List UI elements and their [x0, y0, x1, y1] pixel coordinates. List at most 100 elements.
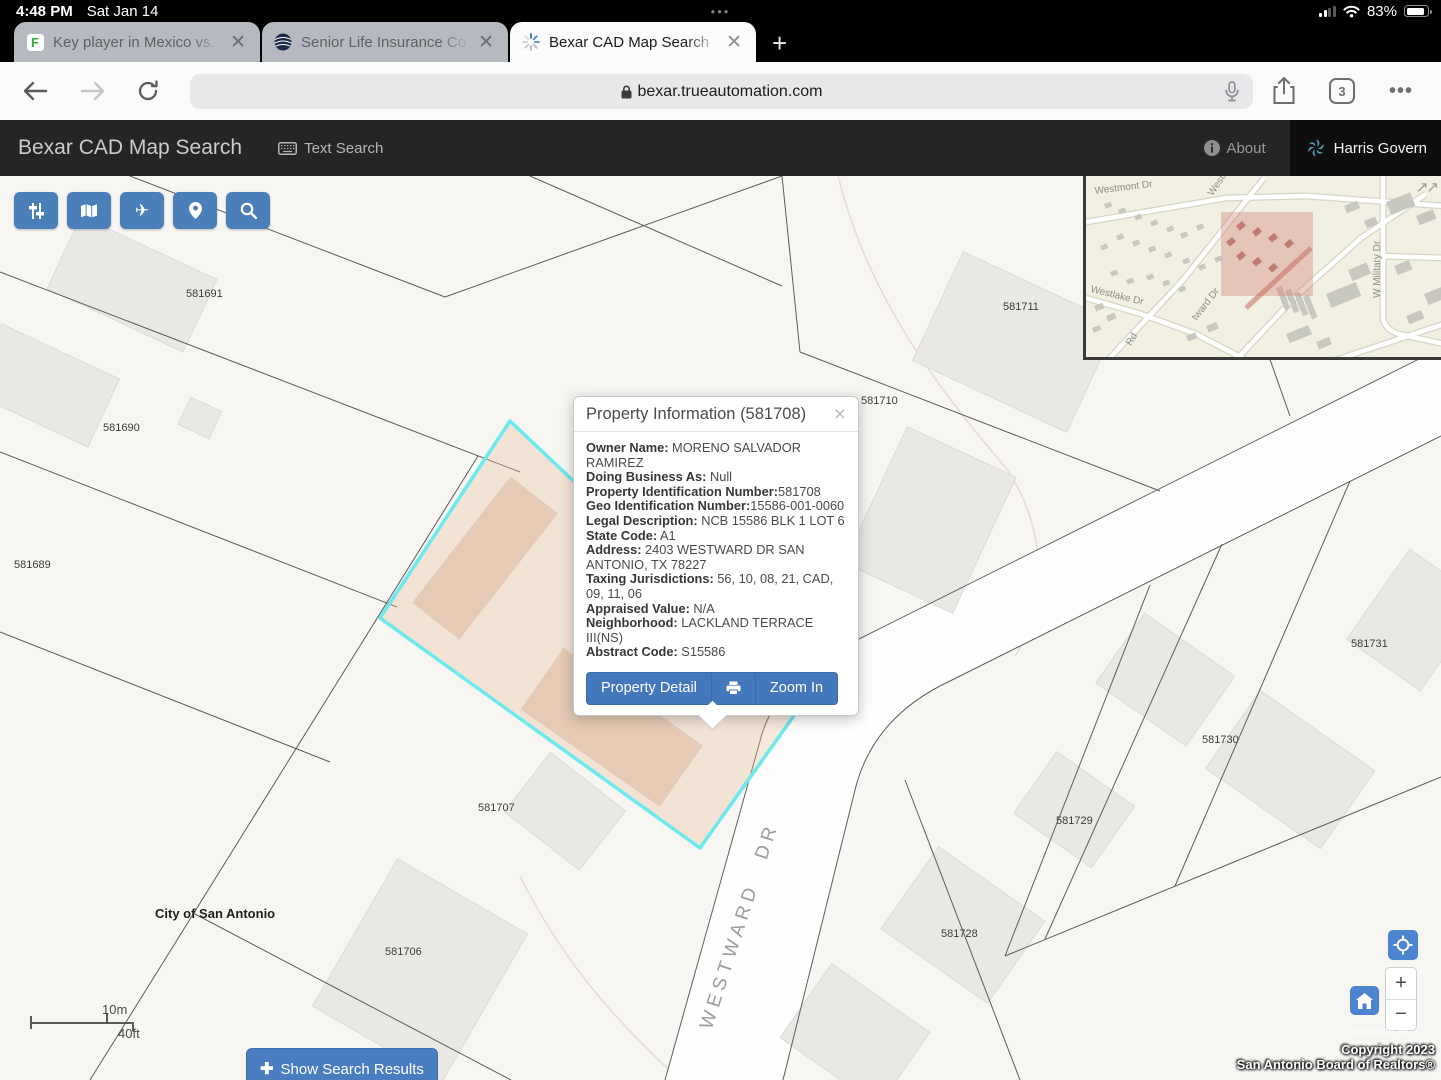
scale-bar: 10m 40ft — [30, 1006, 140, 1038]
printer-icon — [726, 681, 741, 695]
map-copyright: Copyright 2023 San Antonio Board of Real… — [1237, 1042, 1435, 1072]
minimap-svg — [1086, 176, 1441, 360]
parcel-id-label: 581729 — [1056, 815, 1093, 827]
parcel-id-label: 581728 — [941, 928, 978, 940]
layers-filter-button[interactable] — [14, 192, 58, 229]
minimap-extent-box — [1221, 212, 1313, 296]
print-button[interactable] — [711, 672, 756, 705]
lock-icon — [621, 85, 632, 99]
browser-tab-2[interactable]: Senior Life Insurance Co✕ — [262, 22, 508, 62]
mic-icon[interactable] — [1225, 81, 1239, 102]
home-extent-button[interactable] — [1350, 986, 1379, 1015]
parcel-id-label: 581711 — [1003, 301, 1039, 313]
popup-close-icon[interactable]: × — [834, 406, 846, 424]
copyright-line1: Copyright 2023 — [1237, 1042, 1435, 1057]
status-bar: 4:48 PM Sat Jan 14 ••• 83% — [0, 0, 1441, 22]
site-header: Bexar CAD Map Search Text Search About — [0, 120, 1441, 176]
tab-close-icon[interactable]: ✕ — [476, 33, 496, 52]
popup-field: Owner Name: MORENO SALVADOR RAMIREZ — [586, 441, 846, 470]
basemap-button[interactable] — [67, 192, 111, 229]
parcel-id-label: 581689 — [14, 559, 51, 571]
about-link[interactable]: About — [1180, 120, 1289, 176]
locate-me-button[interactable] — [1388, 930, 1418, 960]
property-detail-button[interactable]: Property Detail — [586, 672, 712, 705]
map-canvas[interactable]: 581691 581690 581689 581707 581706 581711 5817… — [0, 176, 1441, 1080]
multitask-dots-icon: ••• — [711, 4, 731, 19]
location-marker-button[interactable] — [173, 192, 217, 229]
tab-close-icon[interactable]: ✕ — [724, 33, 744, 52]
zoom-in-control[interactable]: + — [1386, 968, 1416, 1000]
globe-waves-icon — [274, 33, 292, 51]
popup-field: Appraised Value: N/A — [586, 602, 846, 617]
popup-title: Property Information (581708) — [586, 405, 834, 424]
parcel-id-label: 581731 — [1351, 638, 1388, 650]
popup-field: Property Identification Number:581708 — [586, 485, 846, 500]
parcel-id-label: 581690 — [103, 422, 140, 434]
map-marker-icon — [189, 202, 202, 219]
keyboard-icon — [278, 142, 297, 155]
forward-button[interactable] — [80, 80, 106, 102]
parcel-id-label: 581710 — [861, 395, 898, 407]
reload-button[interactable] — [136, 79, 160, 103]
copyright-line2: San Antonio Board of Realtors® — [1237, 1057, 1435, 1072]
parcel-id-label: 581691 — [186, 288, 223, 300]
new-tab-button[interactable]: + — [772, 30, 787, 56]
battery-percent: 83% — [1367, 3, 1397, 20]
search-icon — [240, 202, 257, 219]
popup-field: Abstract Code: S15586 — [586, 645, 846, 660]
brand-link[interactable]: Harris Govern — [1290, 120, 1441, 176]
zoom-controls: + − — [1385, 967, 1417, 1031]
info-icon — [1204, 140, 1220, 156]
parcel-id-label: 581706 — [385, 946, 422, 958]
scale-imperial-label: 40ft — [118, 1026, 140, 1041]
date: Sat Jan 14 — [87, 3, 159, 20]
zoom-in-button[interactable]: Zoom In — [755, 672, 838, 705]
text-search-label: Text Search — [304, 140, 383, 157]
text-search-link[interactable]: Text Search — [278, 140, 383, 157]
browser-toolbar: bexar.trueautomation.com 3 ••• — [0, 62, 1441, 120]
popup-field: Address: 2403 WESTWARD DR SAN ANTONIO, T… — [586, 543, 846, 572]
tab-bar: FKey player in Mexico vs. ✕Senior Life I… — [0, 22, 1441, 62]
tab-close-icon[interactable]: ✕ — [228, 33, 248, 52]
popup-field: Doing Business As: Null — [586, 470, 846, 485]
aerial-view-button[interactable]: ✈ — [120, 192, 164, 229]
brand-label: Harris Govern — [1334, 140, 1427, 157]
zoom-out-control[interactable]: − — [1386, 1000, 1416, 1031]
airplane-icon: ✈ — [135, 201, 149, 221]
popup-fields: Owner Name: MORENO SALVADOR RAMIREZDoing… — [574, 432, 858, 664]
city-boundary-label: City of San Antonio — [155, 906, 275, 921]
ipad-screen: 4:48 PM Sat Jan 14 ••• 83% F Key player i… — [0, 0, 1441, 1080]
wifi-icon — [1343, 5, 1360, 18]
about-label: About — [1226, 140, 1265, 157]
minimap-expand-icon[interactable]: ↗↗ — [1416, 178, 1437, 196]
map-icon — [80, 203, 98, 218]
parcel-id-label: 581707 — [478, 802, 515, 814]
clock: 4:48 PM — [16, 3, 73, 20]
plus-icon: ✚ — [260, 1059, 273, 1079]
tab-title: Senior Life Insurance Co — [301, 34, 476, 51]
more-menu-icon[interactable]: ••• — [1389, 80, 1413, 103]
home-icon — [1356, 993, 1373, 1009]
battery-icon — [1404, 5, 1429, 17]
tab-title: Bexar CAD Map Search — [549, 34, 724, 51]
tab-overview-button[interactable]: 3 — [1329, 78, 1355, 104]
site-title: Bexar CAD Map Search — [18, 136, 242, 160]
address-bar[interactable]: bexar.trueautomation.com — [190, 74, 1253, 109]
browser-tab-1[interactable]: F Key player in Mexico vs. ✕ — [14, 22, 260, 62]
map-search-button[interactable] — [226, 192, 270, 229]
popup-field: Legal Description: NCB 15586 BLK 1 LOT 6 — [586, 514, 846, 529]
minimap-street-label: W Military Dr — [1372, 241, 1383, 298]
show-search-results-button[interactable]: ✚ Show Search Results — [246, 1048, 438, 1080]
flipboard-icon: F — [27, 34, 44, 51]
browser-tab-3[interactable]: Bexar CAD Map Search✕ — [510, 22, 756, 62]
property-info-popup: Property Information (581708) × Owner Na… — [573, 396, 859, 716]
share-icon[interactable] — [1273, 77, 1295, 105]
popup-field: Neighborhood: LACKLAND TERRACE III(NS) — [586, 616, 846, 645]
loading-spinner-icon — [522, 33, 540, 51]
tab-title: Key player in Mexico vs. — [53, 34, 228, 51]
parcel-id-label: 581730 — [1202, 734, 1239, 746]
overview-minimap[interactable]: Westmont DrWestoak DrWestlake DrW Milita… — [1083, 176, 1441, 360]
back-button[interactable] — [22, 80, 48, 102]
cellular-signal-icon — [1319, 6, 1336, 17]
popup-field: Geo Identification Number:15586-001-0060 — [586, 499, 846, 514]
